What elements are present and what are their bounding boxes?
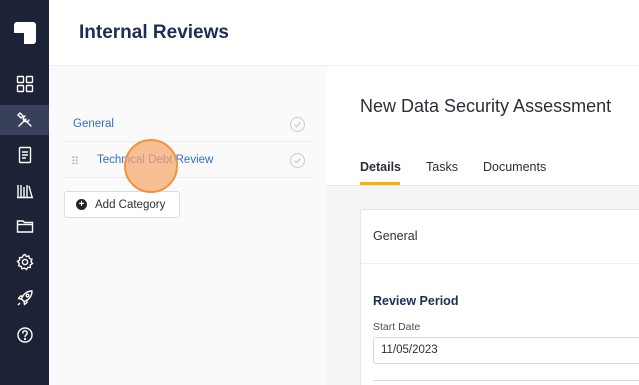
category-item-general[interactable]: General — [63, 108, 313, 142]
click-highlight — [124, 139, 178, 193]
drag-handle-icon[interactable]: ⠿ — [71, 155, 79, 168]
grid-icon — [16, 75, 33, 93]
gear-icon — [15, 253, 34, 271]
category-label: General — [73, 118, 114, 130]
tab-tasks[interactable]: Tasks — [426, 160, 458, 174]
category-panel: General ⠿ Technical Debt Review + Add Ca… — [49, 66, 327, 385]
divider — [361, 263, 639, 264]
start-date-label: Start Date — [373, 321, 421, 333]
category-item-technical-debt-review[interactable]: ⠿ Technical Debt Review — [63, 144, 313, 178]
active-tab-indicator — [360, 182, 400, 185]
sidebar-item-launch[interactable] — [0, 283, 49, 313]
start-date-input[interactable]: 11/05/2023 — [373, 337, 639, 364]
main-panel: New Data Security Assessment Details Tas… — [327, 66, 639, 385]
sidebar-item-folders[interactable] — [0, 211, 49, 241]
rocket-icon — [17, 290, 33, 306]
assessment-title: New Data Security Assessment — [360, 96, 612, 116]
document-icon — [18, 146, 31, 164]
sidebar-item-library[interactable] — [0, 176, 49, 206]
tools-icon — [16, 112, 32, 127]
sidebar-item-documents[interactable] — [0, 140, 49, 170]
check-circle-icon — [290, 117, 305, 132]
review-period-heading: Review Period — [373, 294, 459, 308]
add-category-button[interactable]: + Add Category — [64, 191, 180, 218]
add-category-label: Add Category — [95, 198, 166, 211]
sidebar-item-dashboard[interactable] — [0, 69, 49, 99]
sidebar-item-help[interactable] — [0, 320, 49, 350]
section-general-label: General — [373, 229, 418, 243]
sidebar — [0, 0, 49, 385]
page-title: Internal Reviews — [79, 22, 229, 43]
plus-circle-icon: + — [76, 199, 87, 210]
next-field-border — [373, 380, 639, 381]
sidebar-item-tools[interactable] — [0, 105, 49, 135]
app-logo-icon[interactable] — [14, 22, 36, 44]
tab-documents[interactable]: Documents — [483, 160, 546, 174]
page-header: Internal Reviews — [49, 0, 639, 66]
tab-bar: Details Tasks Documents — [327, 148, 639, 186]
check-circle-icon — [290, 153, 305, 168]
details-card: General Review Period Start Date 11/05/2… — [360, 209, 639, 385]
tab-details[interactable]: Details — [360, 160, 401, 174]
details-content: General Review Period Start Date 11/05/2… — [327, 186, 639, 385]
sidebar-item-settings[interactable] — [0, 247, 49, 277]
folder-icon — [16, 220, 33, 233]
help-icon — [16, 327, 33, 343]
library-icon — [16, 185, 33, 199]
